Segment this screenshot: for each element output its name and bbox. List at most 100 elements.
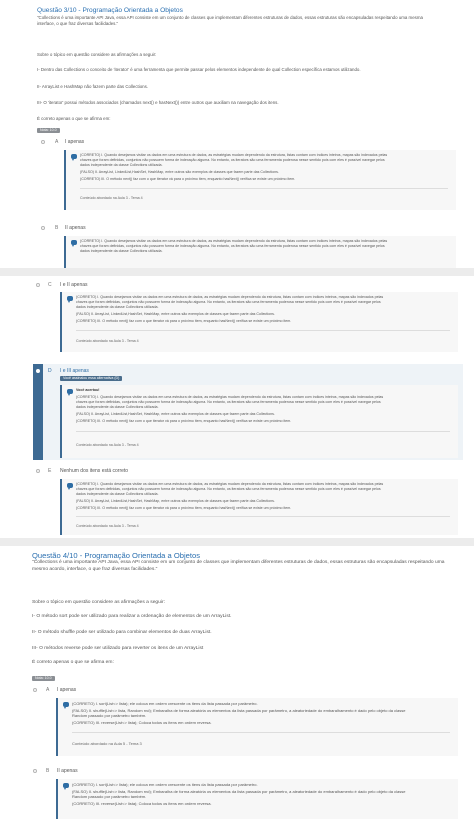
feedback-box: (CORRETO) I. Quando desejamos visitar os… [60,292,458,352]
question-title: Questão 3/10 - Programação Orientada a O… [37,7,183,14]
question-title: Questão 4/10 - Programação Orientada a O… [32,551,201,560]
separator [0,538,474,546]
statement-i: I- Dentro das Collections o conceito de … [37,67,361,72]
question-ask: É correto apenas o que se afirma em: [37,116,111,121]
feedback-line: (CORRETO) III. reverse(List<> lista); Co… [72,720,212,725]
feedback-line: chaves que foram definidas, conjuntos nã… [76,300,381,304]
radio-a[interactable] [33,688,37,692]
radio-a[interactable] [41,140,45,144]
feedback-line: chaves que foram definidas, conjuntos nã… [76,487,381,491]
option-letter: A [55,139,59,145]
feedback-box: (CORRETO) I. sort(List<> lista); ele col… [56,779,458,819]
feedback-line: (CORRETO) I. sort(List<> lista); ele col… [72,782,258,787]
option-label: I apenas [65,139,85,145]
comment-icon [71,240,77,247]
feedback-title: Você acertou! [76,388,100,392]
option-letter: E [48,468,52,474]
feedback-footer: Conteúdo abordado na Aula 3 - Tema 4 [76,443,139,447]
feedback-line: chaves que foram definidas, conjuntos nã… [80,244,385,248]
option-letter: B [55,225,59,231]
statement-i: I- O método sort pode ser utilizado para… [32,614,232,619]
feedback-line: (FALSO) II. ArrayList, LinkedList,HashSe… [76,499,275,503]
option-c[interactable]: C I e II apenas [36,281,457,291]
divider [76,431,450,432]
selected-badge: Você assinalou essa alternativa (D) [60,376,123,381]
option-a[interactable]: A I apenas [37,138,457,148]
feedback-line: (CORRETO) I. Quando desejamos visitar os… [80,153,388,157]
comment-icon [67,389,73,396]
feedback-footer: Conteúdo abordado na Aula 3 - Tema 4 [80,196,143,200]
radio-b[interactable] [41,226,45,230]
feedback-line: (CORRETO) I. Quando desejamos visitar os… [76,295,384,299]
feedback-line: (CORRETO) I. Quando desejamos visitar os… [80,239,388,243]
radio-d[interactable] [36,369,40,373]
option-label: I apenas [57,687,77,693]
feedback-line: (FALSO) II. ArrayList, LinkedList,HashSe… [80,170,279,174]
feedback-line: (CORRETO) I. sort(List<> lista); ele col… [72,701,258,706]
separator [0,268,474,276]
radio-b[interactable] [33,769,37,773]
option-label: II apenas [65,225,86,231]
divider [76,516,450,517]
feedback-line: (CORRETO) I. Quando desejamos visitar os… [76,395,384,399]
option-label: I e II apenas [60,282,88,288]
feedback-line: (FALSO) II. ArrayList, LinkedList,HashSe… [76,412,275,416]
option-letter: D [48,368,52,374]
feedback-line: (CORRETO) III. O método next() faz com o… [80,177,296,181]
comment-icon [71,154,77,161]
feedback-line: dados independente da classe Collections… [76,405,159,409]
feedback-line: (CORRETO) III. O método next() faz com o… [76,506,292,510]
grade-badge: Nota: 10.0 [37,128,60,133]
feedback-box: (CORRETO) I. Quando desejamos visitar os… [64,150,456,210]
feedback-line: dados independente da classe Collections… [76,305,159,309]
feedback-box: (CORRETO) I. sort(List<> lista); ele col… [56,698,458,756]
question-ask: É correto apenas o que se afirma em: [32,660,114,665]
divider [72,732,450,733]
feedback-line: (CORRETO) I. Quando desejamos visitar os… [76,482,384,486]
statement-ii: II- O método shuffle pode ser utilizado … [32,630,212,635]
question-statement: "Collections é uma importante API Java, … [32,560,445,572]
feedback-line: dados independente da classe Collections… [80,163,163,167]
option-label: I e III apenas [60,368,89,374]
radio-c[interactable] [36,283,40,287]
option-b[interactable]: B II apenas [32,767,457,777]
selected-indicator [33,364,43,460]
option-a[interactable]: A I apenas [32,686,457,696]
question-3-panel: Questão 3/10 - Programação Orientada a O… [0,0,474,268]
comment-icon [67,296,73,303]
feedback-box: (CORRETO) I. Quando desejamos visitar os… [60,479,458,535]
radio-e[interactable] [36,469,40,473]
feedback-box: Você acertou! (CORRETO) I. Quando deseja… [60,385,458,458]
question-prompt: Sobre o tópico em questão considere as a… [37,52,157,57]
question-3-options-panel: C I e II apenas (CORRETO) I. Quando dese… [0,276,474,538]
feedback-footer: Conteúdo abordado na Aula 3 - Tema 4 [76,339,139,343]
feedback-line: (CORRETO) III. O método next() faz com o… [76,419,292,423]
option-letter: C [48,282,52,288]
divider [76,330,450,331]
comment-icon [63,702,69,709]
option-e[interactable]: E Nenhum dos itens está correto [36,467,457,477]
feedback-line: chaves que foram definidas, conjuntos nã… [76,400,381,404]
feedback-line: (CORRETO) III. reverse(List<> lista); Co… [72,801,212,806]
option-letter: A [46,687,50,693]
option-label: II apenas [57,768,78,774]
feedback-footer: Conteúdo abordado na Aula 5 - Tema 3 [72,741,142,746]
feedback-line: chaves que foram definidas, conjuntos nã… [80,158,385,162]
question-4-panel: Questão 4/10 - Programação Orientada a O… [0,546,474,819]
question-statement: "Collections é uma importante API Java, … [37,15,423,26]
comment-icon [63,783,69,790]
option-label: Nenhum dos itens está correto [60,468,129,474]
statement-ii: II- ArrayList e HashMap não fazem parte … [37,84,149,89]
grade-badge: Nota: 10.0 [32,676,55,681]
feedback-footer: Conteúdo abordado na Aula 3 - Tema 4 [76,524,139,528]
statement-iii: III- O 'iterator' possui métodos associa… [37,100,279,105]
option-letter: B [46,768,50,774]
feedback-line: Random passado por parâmetro também. [72,713,147,718]
comment-icon [67,483,73,490]
feedback-line: dados independente da classe Collections… [80,249,163,253]
feedback-line: dados independente da classe Collections… [76,492,159,496]
option-b[interactable]: B II apenas [37,224,457,234]
feedback-line: (CORRETO) III. O método next() faz com o… [76,319,292,323]
feedback-line: (FALSO) II. ArrayList, LinkedList,HashSe… [76,312,275,316]
feedback-box: (CORRETO) I. Quando desejamos visitar os… [64,236,456,268]
